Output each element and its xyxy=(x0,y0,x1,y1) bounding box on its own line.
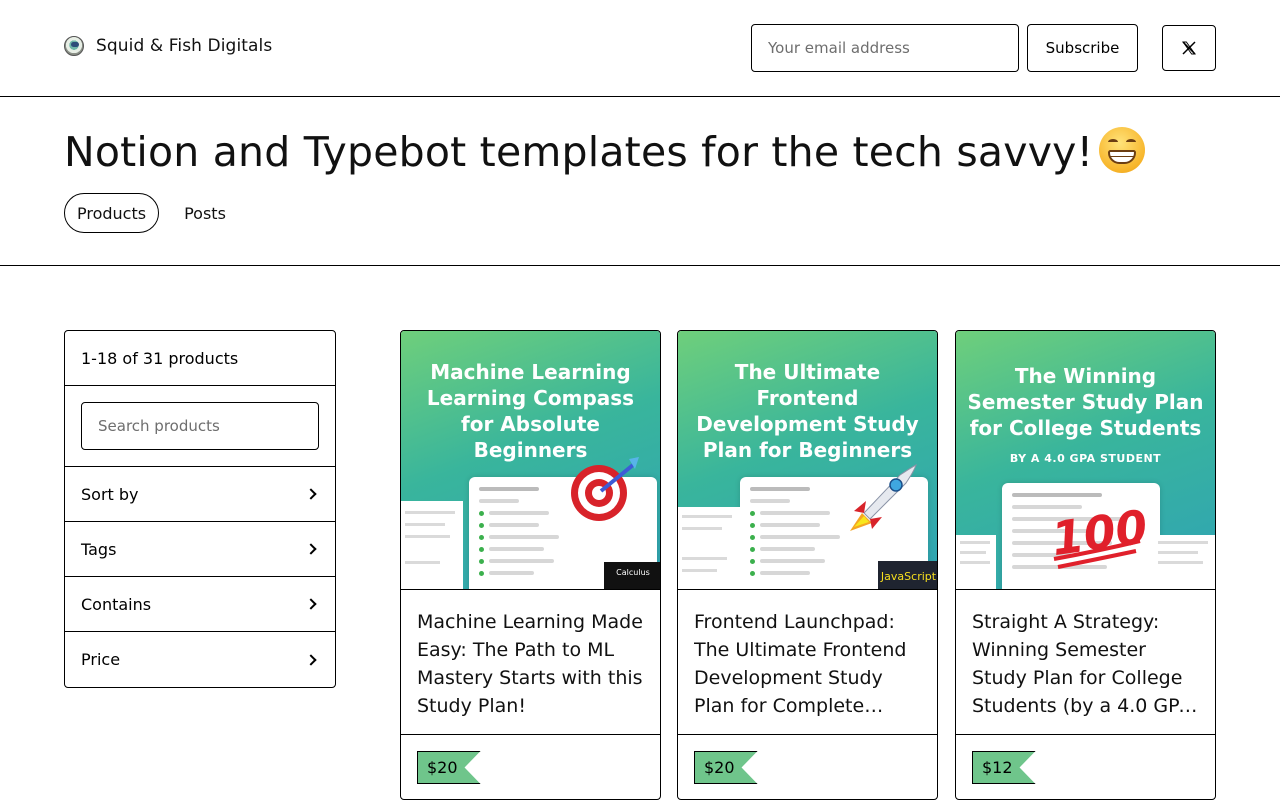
hundred-points-icon: 100 xyxy=(1048,501,1148,569)
thumbnail-title: The Ultimate Frontend Development Study … xyxy=(696,360,919,462)
chevron-right-icon xyxy=(305,488,317,500)
search-row xyxy=(65,386,335,467)
product-thumbnail: The Ultimate Frontend Development Study … xyxy=(678,331,937,590)
javascript-badge: JavaScript xyxy=(878,561,937,589)
price-tag: $20 xyxy=(417,751,481,784)
chevron-right-icon xyxy=(305,653,317,666)
filter-price[interactable]: Price xyxy=(65,632,335,687)
price-tag: $12 xyxy=(972,751,1036,784)
filter-sort-by[interactable]: Sort by xyxy=(65,467,335,522)
x-social-button[interactable] xyxy=(1162,25,1216,71)
filter-label: Price xyxy=(81,650,121,669)
product-title[interactable]: Frontend Launchpad: The Ultimate Fronten… xyxy=(694,608,923,720)
page-title: Notion and Typebot templates for the tec… xyxy=(64,127,1146,176)
brand-name: Squid & Fish Digitals xyxy=(96,36,273,56)
section-tabs: Products Posts xyxy=(64,193,238,233)
filter-contains[interactable]: Contains xyxy=(65,577,335,632)
brand-link[interactable]: Squid & Fish Digitals xyxy=(64,36,272,56)
search-products-input[interactable] xyxy=(81,402,319,450)
target-icon xyxy=(571,457,639,521)
thumbnail-title: Machine Learning Learning Compass for Ab… xyxy=(426,360,635,462)
product-card[interactable]: The Winning Semester Study Plan for Coll… xyxy=(955,330,1216,800)
product-card[interactable]: Machine Learning Learning Compass for Ab… xyxy=(400,330,661,800)
price-row: $20 xyxy=(678,734,937,800)
hero-section: Notion and Typebot templates for the tec… xyxy=(0,97,1280,266)
filter-label: Tags xyxy=(81,539,117,559)
price-row: $12 xyxy=(956,734,1215,800)
thumbnail-title: The Winning Semester Study Plan for Coll… xyxy=(967,364,1204,440)
price-row: $20 xyxy=(401,734,660,800)
chevron-right-icon xyxy=(305,543,317,555)
tab-products[interactable]: Products xyxy=(64,193,160,233)
grinning-face-emoji-icon xyxy=(1099,127,1146,173)
thumbnail-subtitle: BY A 4.0 GPA STUDENT xyxy=(1009,452,1162,465)
product-count: 1-18 of 31 products xyxy=(65,331,335,386)
brand-logo-icon xyxy=(64,36,84,56)
product-thumbnail: The Winning Semester Study Plan for Coll… xyxy=(956,331,1215,590)
x-twitter-icon xyxy=(1182,41,1196,55)
price-tag: $20 xyxy=(694,751,758,784)
preview-panel xyxy=(401,501,463,589)
filter-label: Sort by xyxy=(81,484,139,504)
tab-posts[interactable]: Posts xyxy=(172,193,238,233)
email-input[interactable] xyxy=(751,24,1019,72)
product-title[interactable]: Machine Learning Made Easy: The Path to … xyxy=(417,608,646,720)
calculus-badge: Calculus xyxy=(604,562,660,589)
filter-label: Contains xyxy=(81,594,152,614)
filter-sidebar: 1-18 of 31 products Sort by Tags Contain… xyxy=(64,330,336,688)
subscribe-button[interactable]: Subscribe xyxy=(1027,24,1138,72)
chevron-right-icon xyxy=(305,598,317,610)
product-thumbnail: Machine Learning Learning Compass for Ab… xyxy=(401,331,660,590)
filter-tags[interactable]: Tags xyxy=(65,522,335,577)
product-card[interactable]: The Ultimate Frontend Development Study … xyxy=(677,330,938,800)
preview-panel xyxy=(956,535,996,589)
site-header: Squid & Fish Digitals Subscribe xyxy=(0,0,1280,97)
rocket-icon xyxy=(850,464,917,531)
preview-panel xyxy=(678,507,740,589)
product-title[interactable]: Straight A Strategy: Winning Semester St… xyxy=(972,608,1201,720)
preview-panel xyxy=(1154,535,1215,589)
